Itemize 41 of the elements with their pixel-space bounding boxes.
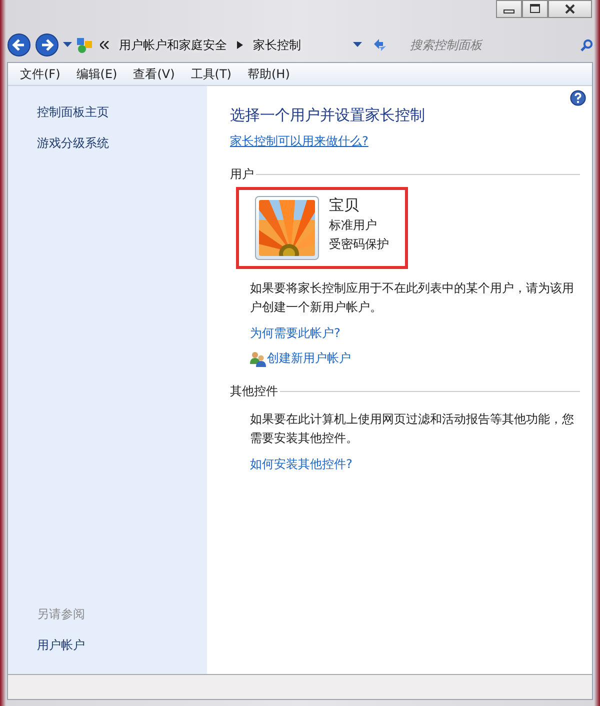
create-account-link[interactable]: 创建新用户帐户 <box>267 350 351 367</box>
note-text: 如果要将家长控制应用于不在此列表中的某个用户，请为该用户创建一个新用户帐户。 <box>250 280 575 316</box>
back-icon[interactable] <box>7 33 31 57</box>
search-field[interactable]: 搜索控制面板 <box>392 34 576 56</box>
account-type: 标准用户 <box>329 217 377 234</box>
menu-item[interactable]: 查看(V) <box>131 66 177 82</box>
section-heading: 其他控件 <box>230 383 278 400</box>
note-text: 如果要在此计算机上使用网页过滤和活动报告等其他功能，您需要安装其他控件。 <box>250 411 575 447</box>
see-also-heading: 另请参阅 <box>37 606 85 623</box>
breadcrumb[interactable]: 家长控制 <box>253 36 301 54</box>
user-name: 宝贝 <box>329 196 359 215</box>
search-icon[interactable] <box>580 38 593 52</box>
menu-item[interactable]: 工具(T) <box>188 66 234 82</box>
sidebar-link[interactable]: 用户帐户 <box>37 637 85 654</box>
double-chevron-icon[interactable] <box>100 41 109 49</box>
maximize-icon <box>529 4 541 14</box>
install-link[interactable]: 如何安装其他控件? <box>250 456 352 473</box>
dropdown-icon[interactable] <box>353 42 362 48</box>
breadcrumb[interactable]: 用户帐户和家庭安全 <box>119 36 227 54</box>
refresh-icon[interactable] <box>372 37 388 53</box>
page-title: 选择一个用户并设置家长控制 <box>230 106 425 125</box>
help-link[interactable]: 家长控制可以用来做什么? <box>230 133 368 150</box>
separator-arrow-icon[interactable] <box>237 41 243 49</box>
user-tile[interactable]: 宝贝 标准用户 受密码保护 <box>236 187 408 269</box>
close-icon <box>564 4 576 14</box>
why-link[interactable]: 为何需要此帐户? <box>250 325 340 342</box>
close-button[interactable] <box>548 0 592 18</box>
sidebar-link[interactable]: 控制面板主页 <box>37 104 109 121</box>
account-status: 受密码保护 <box>329 236 389 253</box>
maximize-button[interactable] <box>522 0 548 18</box>
menu-item[interactable]: 文件(F) <box>18 66 62 82</box>
help-icon[interactable] <box>570 90 586 106</box>
section-heading: 用户 <box>230 166 254 183</box>
users-icon <box>250 350 266 366</box>
minimize-button[interactable] <box>496 0 522 18</box>
forward-icon[interactable] <box>35 33 59 57</box>
sidebar-link[interactable]: 游戏分级系统 <box>37 135 109 152</box>
dropdown-icon[interactable] <box>63 42 72 48</box>
menu-item[interactable]: 编辑(E) <box>74 66 120 82</box>
menu-item[interactable]: 帮助(H) <box>246 66 292 82</box>
control-panel-icon <box>76 36 94 54</box>
